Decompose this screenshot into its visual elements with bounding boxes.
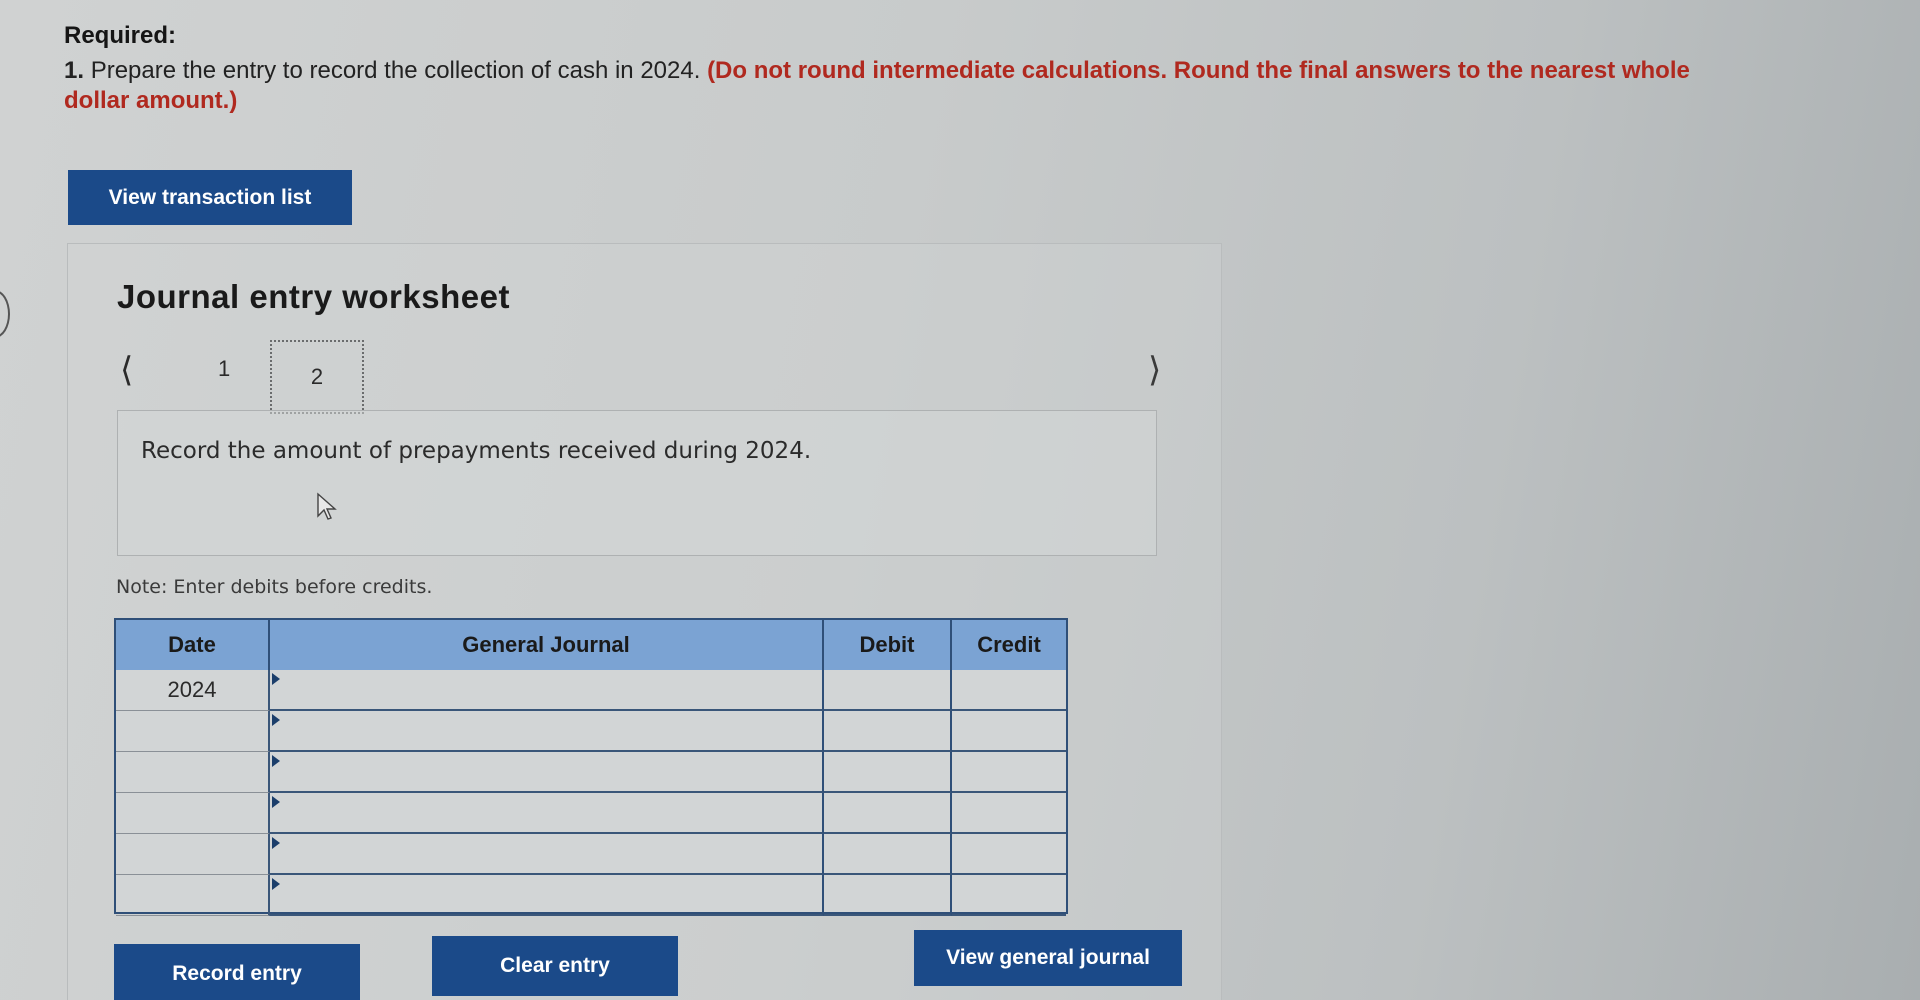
table-row: 2024 [116,670,1066,711]
date-cell: 2024 [116,670,270,711]
date-cell [116,752,270,793]
debit-input[interactable] [824,711,952,752]
debit-input[interactable] [824,834,952,875]
column-header-date: Date [116,620,270,670]
table-row [116,793,1066,834]
column-header-credit: Credit [952,620,1066,670]
mouse-cursor-icon [317,492,337,520]
credit-input[interactable] [952,834,1066,875]
edge-control [0,290,10,338]
dropdown-arrow-icon [272,878,280,890]
credit-input[interactable] [952,670,1066,711]
table-row [116,834,1066,875]
debit-credit-note: Note: Enter debits before credits. [116,576,433,598]
column-header-debit: Debit [824,620,952,670]
date-cell [116,793,270,834]
credit-input[interactable] [952,711,1066,752]
record-prompt-text: Record the amount of prepayments receive… [141,438,812,464]
instruction-text: 1. Prepare the entry to record the colle… [64,56,1704,116]
date-cell [116,834,270,875]
required-heading: Required: [64,22,177,49]
record-prompt-box [117,410,1157,556]
account-dropdown[interactable] [270,711,824,752]
column-header-general-journal: General Journal [270,620,824,670]
chevron-right-icon[interactable]: ⟩ [1148,350,1161,390]
credit-input[interactable] [952,875,1066,916]
account-dropdown[interactable] [270,752,824,793]
instruction-number: 1. [64,57,85,84]
account-dropdown[interactable] [270,793,824,834]
page-tab-1[interactable]: 1 [218,356,230,382]
debit-input[interactable] [824,670,952,711]
date-cell [116,875,270,916]
date-cell [116,711,270,752]
page-tab-2[interactable]: 2 [270,340,364,414]
dropdown-arrow-icon [272,714,280,726]
dropdown-arrow-icon [272,673,280,685]
account-dropdown[interactable] [270,670,824,711]
record-entry-button[interactable]: Record entry [114,944,360,1000]
credit-input[interactable] [952,793,1066,834]
account-dropdown[interactable] [270,875,824,916]
chevron-left-icon[interactable]: ⟨ [120,350,133,390]
table-row [116,875,1066,916]
clear-entry-button[interactable]: Clear entry [432,936,678,996]
dropdown-arrow-icon [272,755,280,767]
view-transaction-list-button[interactable]: View transaction list [68,170,352,225]
debit-input[interactable] [824,875,952,916]
debit-input[interactable] [824,752,952,793]
dropdown-arrow-icon [272,837,280,849]
dropdown-arrow-icon [272,796,280,808]
worksheet-title: Journal entry worksheet [117,278,510,315]
instruction-body: Prepare the entry to record the collecti… [90,57,701,84]
table-row [116,752,1066,793]
table-row [116,711,1066,752]
view-general-journal-button[interactable]: View general journal [914,930,1182,986]
account-dropdown[interactable] [270,834,824,875]
debit-input[interactable] [824,793,952,834]
credit-input[interactable] [952,752,1066,793]
general-journal-table: Date General Journal Debit Credit 2024 [114,618,1068,916]
